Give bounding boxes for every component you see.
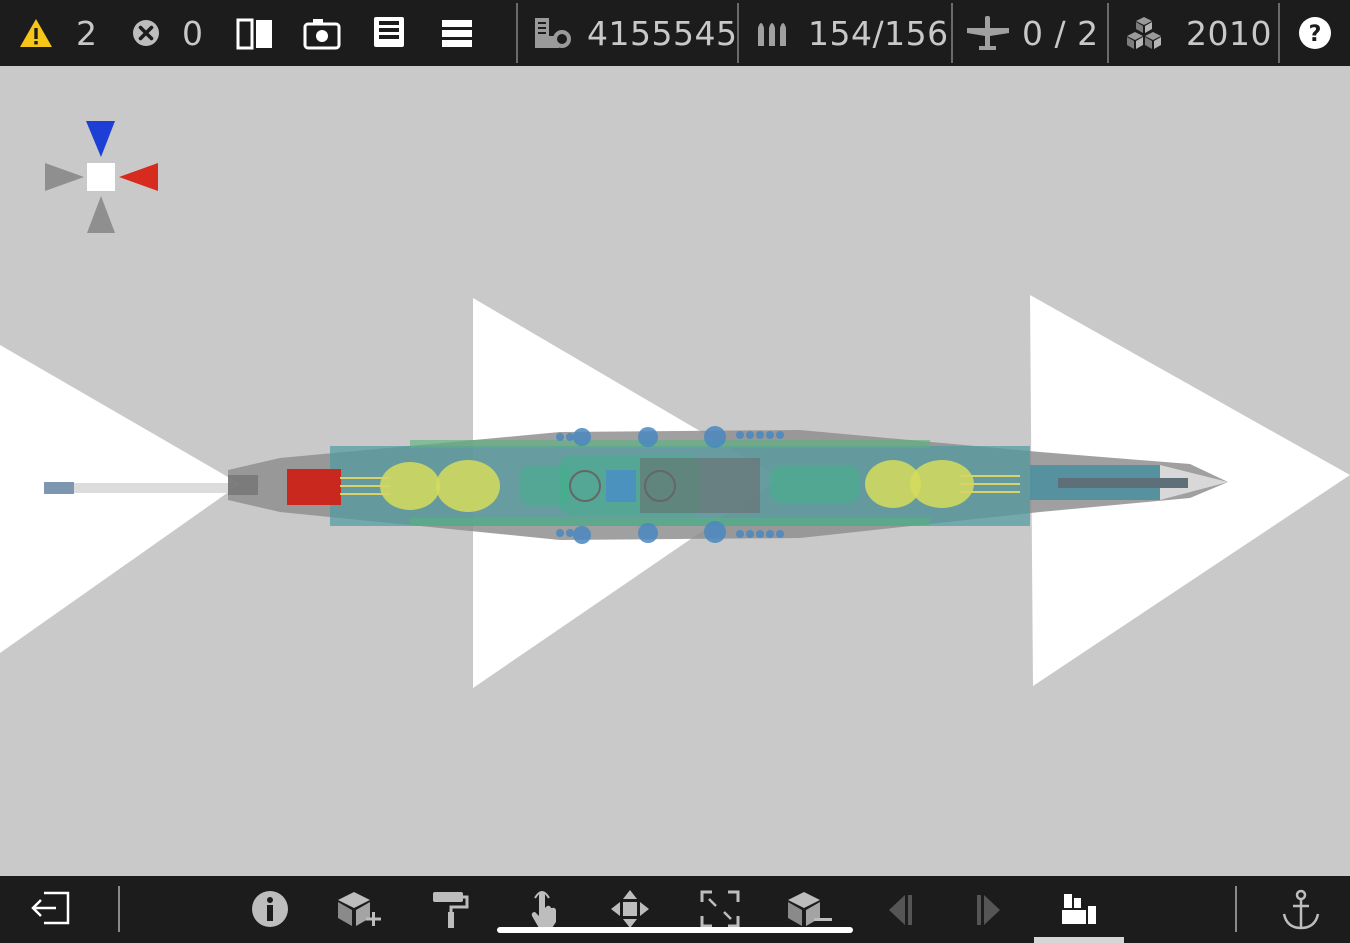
gizmo-center[interactable] [87, 163, 115, 191]
add-block-icon[interactable] [336, 890, 382, 930]
year-value: 2010 [1186, 13, 1272, 53]
gizmo-arrow-left[interactable] [45, 163, 84, 191]
prev-icon[interactable] [885, 893, 915, 927]
gizmo-arrow-up[interactable] [86, 121, 115, 157]
cost-value: 4155545 [587, 13, 738, 53]
cost-icon [535, 18, 571, 48]
remove-block-icon[interactable] [786, 890, 834, 930]
help-icon[interactable]: ? [1298, 16, 1332, 50]
resize-icon[interactable] [700, 890, 740, 928]
home-indicator[interactable] [497, 927, 853, 933]
factory-icon[interactable] [1060, 890, 1098, 928]
top-toolbar: 2 0 4155545 154/156 0 / 2 2010 ? [0, 0, 1350, 66]
orientation-gizmo[interactable] [45, 121, 158, 233]
ship-view[interactable] [0, 66, 1350, 876]
armament-value: 154/156 [808, 13, 949, 53]
selected-tool-indicator [1034, 937, 1124, 943]
separator [1107, 3, 1109, 63]
exit-icon[interactable] [30, 890, 72, 926]
mirror-icon[interactable] [236, 16, 274, 52]
separator [118, 886, 120, 932]
separator [951, 3, 953, 63]
touch-icon[interactable] [527, 888, 561, 930]
save-icon[interactable] [372, 15, 406, 49]
blocks-icon [1127, 17, 1161, 49]
separator [1235, 886, 1237, 932]
svg-text:?: ? [1309, 22, 1322, 47]
info-icon[interactable] [251, 890, 289, 928]
ammo-icon [758, 23, 786, 46]
menu-icon[interactable] [440, 17, 474, 49]
warning-icon [20, 19, 52, 47]
year-indicator: 2010 [1124, 0, 1272, 66]
armament-indicator: 154/156 [755, 0, 949, 66]
bow-block [287, 469, 341, 505]
propeller-block [44, 482, 74, 494]
direction-arrow-left [0, 345, 240, 653]
aircraft-indicator: 0 / 2 [965, 0, 1099, 66]
cost-indicator: 4155545 [533, 0, 737, 66]
errors-indicator[interactable]: 0 [130, 0, 204, 66]
paint-roller-icon[interactable] [431, 890, 469, 930]
separator [516, 3, 518, 63]
aircraft-value: 0 / 2 [1022, 13, 1099, 53]
editor-canvas[interactable] [0, 66, 1350, 876]
separator [1278, 3, 1280, 63]
separator [737, 3, 739, 63]
gizmo-arrow-right[interactable] [119, 163, 158, 191]
anchor-icon[interactable] [1281, 888, 1321, 932]
warnings-count: 2 [76, 13, 98, 53]
airplane-icon [967, 16, 1009, 50]
warnings-indicator[interactable]: 2 [18, 0, 98, 66]
errors-count: 0 [182, 13, 204, 53]
gizmo-arrow-down[interactable] [87, 196, 115, 233]
camera-icon[interactable] [303, 16, 341, 50]
next-icon[interactable] [974, 893, 1004, 927]
error-icon [133, 20, 159, 46]
move-icon[interactable] [609, 888, 651, 930]
